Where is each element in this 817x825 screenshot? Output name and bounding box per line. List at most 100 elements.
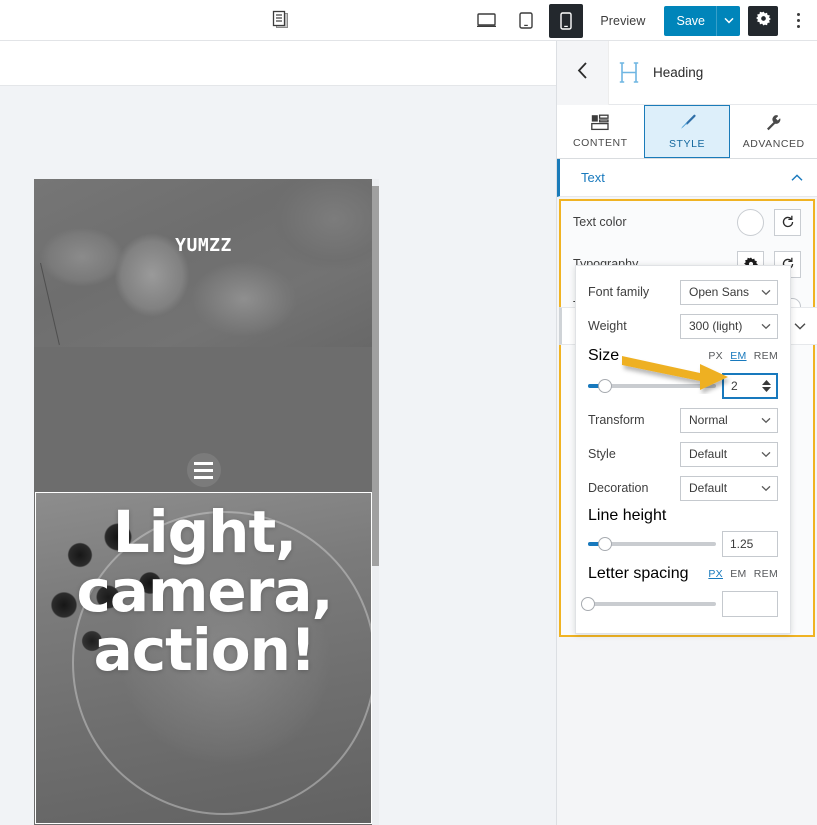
letter-spacing-unit-rem[interactable]: REM: [754, 568, 778, 580]
text-settings-group: Text color Typography Font family Open S…: [559, 199, 817, 637]
font-family-select[interactable]: Open Sans: [680, 279, 778, 305]
chevron-down-icon: [761, 289, 771, 295]
line-height-label-row: Line height: [576, 505, 790, 527]
typography-popup: Font family Open Sans Weight 300 (light): [575, 265, 791, 634]
device-tablet-button[interactable]: [509, 4, 543, 38]
chevron-down-icon: [761, 451, 771, 457]
tab-content-label: CONTENT: [573, 137, 628, 149]
letter-spacing-slider-row: [576, 587, 790, 621]
size-unit-em[interactable]: EM: [730, 350, 746, 362]
style-select[interactable]: Default: [680, 441, 778, 467]
decoration-label: Decoration: [588, 481, 649, 495]
letter-spacing-label: Letter spacing: [588, 565, 689, 582]
size-slider-row: 2: [576, 369, 790, 403]
reset-icon: [782, 215, 793, 228]
preview-button[interactable]: Preview: [586, 14, 659, 28]
heading-block-icon: [609, 62, 649, 83]
headline-line: Light,: [112, 498, 297, 566]
section-header-text[interactable]: Text: [557, 159, 817, 197]
letter-spacing-unit-px[interactable]: PX: [708, 568, 723, 580]
preview-scrollbar-thumb[interactable]: [372, 186, 379, 566]
size-unit-px[interactable]: PX: [708, 350, 723, 362]
field-weight: Weight 300 (light): [576, 309, 790, 343]
decoration-value: Default: [689, 481, 728, 495]
size-label: Size: [588, 347, 620, 364]
weight-label: Weight: [588, 319, 627, 333]
size-stepper[interactable]: [762, 380, 771, 392]
letter-spacing-unit-em[interactable]: EM: [730, 568, 746, 580]
size-number-input[interactable]: 2: [722, 373, 778, 399]
tab-content[interactable]: CONTENT: [557, 105, 644, 158]
tab-style[interactable]: STYLE: [643, 105, 731, 158]
line-height-slider-thumb[interactable]: [597, 537, 612, 551]
pages-stack-icon[interactable]: [268, 7, 294, 33]
field-transform: Transform Normal: [576, 403, 790, 437]
transform-value: Normal: [689, 413, 728, 427]
section-title: Text: [581, 170, 605, 185]
hamburger-menu-icon[interactable]: [186, 453, 221, 487]
field-style: Style Default: [576, 437, 790, 471]
layout-icon: [591, 114, 609, 134]
tab-advanced-label: ADVANCED: [742, 137, 805, 150]
tab-style-label: STYLE: [669, 137, 706, 150]
device-mobile-button[interactable]: [549, 3, 584, 38]
style-label: Style: [588, 447, 616, 461]
size-slider[interactable]: [588, 379, 716, 393]
size-unit-group: PX EM REM: [704, 350, 778, 362]
canvas-top-strip: [0, 41, 556, 86]
hero-image-block: Light, camera, action!: [35, 492, 372, 824]
settings-button[interactable]: [748, 5, 778, 36]
mobile-preview-frame: YUMZZ Light, camera, action! We are Yumz…: [34, 179, 373, 825]
chevron-down-icon: [761, 323, 771, 329]
site-brand-logo: YUMZZ: [175, 235, 232, 256]
row-text-color: Text color: [561, 201, 813, 243]
letter-spacing-unit-row: Letter spacing PX EM REM: [576, 561, 790, 587]
transform-select[interactable]: Normal: [680, 407, 778, 433]
panel-header: Heading: [557, 40, 817, 105]
panel-block-title: Heading: [653, 65, 704, 80]
chevron-down-icon[interactable]: [794, 317, 806, 335]
kebab-menu-icon[interactable]: [785, 4, 811, 38]
chevron-down-icon: [761, 485, 771, 491]
hero-headline[interactable]: Light, camera, action!: [36, 498, 371, 685]
letter-spacing-slider[interactable]: [581, 597, 716, 611]
letter-spacing-slider-thumb[interactable]: [581, 597, 595, 611]
chevron-up-icon[interactable]: [791, 169, 803, 187]
line-height-input[interactable]: 1.25: [722, 531, 778, 557]
transform-label: Transform: [588, 413, 645, 427]
save-button-label: Save: [676, 13, 706, 28]
chevron-down-icon[interactable]: [716, 5, 740, 36]
editor-canvas: YUMZZ Light, camera, action! We are Yumz…: [0, 41, 556, 825]
toolbar-right-group: Preview Save: [466, 0, 811, 41]
font-family-value: Open Sans: [689, 285, 750, 299]
panel-tabs: CONTENT STYLE ADVANCED: [557, 105, 817, 159]
line-height-slider[interactable]: [588, 537, 716, 551]
size-slider-thumb[interactable]: [597, 379, 612, 393]
back-button[interactable]: [557, 40, 609, 105]
decoration-select[interactable]: Default: [680, 475, 778, 501]
font-family-label: Font family: [588, 285, 650, 299]
top-toolbar: Preview Save: [0, 0, 817, 41]
text-color-swatch[interactable]: [737, 208, 764, 236]
tab-advanced[interactable]: ADVANCED: [730, 105, 817, 158]
text-color-label: Text color: [573, 215, 627, 229]
field-decoration: Decoration Default: [576, 471, 790, 505]
line-height-value: 1.25: [730, 537, 754, 551]
save-button[interactable]: Save: [663, 5, 740, 36]
weight-select[interactable]: 300 (light): [680, 313, 778, 339]
letter-spacing-input[interactable]: [722, 591, 778, 617]
chevron-left-icon: [577, 61, 588, 84]
headline-line: action!: [93, 616, 317, 685]
device-desktop-button[interactable]: [469, 4, 503, 38]
text-color-reset-button[interactable]: [774, 208, 801, 236]
size-unit-row: Size PX EM REM: [576, 343, 790, 369]
headline-line: camera,: [76, 557, 333, 626]
size-unit-rem[interactable]: REM: [754, 350, 778, 362]
weight-value: 300 (light): [689, 319, 743, 333]
line-height-slider-row: 1.25: [576, 527, 790, 561]
line-height-label: Line height: [588, 507, 667, 524]
size-value: 2: [731, 379, 738, 393]
letter-spacing-unit-group: PX EM REM: [704, 568, 778, 580]
style-value: Default: [689, 447, 728, 461]
settings-panel: Heading CONTENT STYLE ADVANCED Text Text…: [556, 40, 817, 825]
